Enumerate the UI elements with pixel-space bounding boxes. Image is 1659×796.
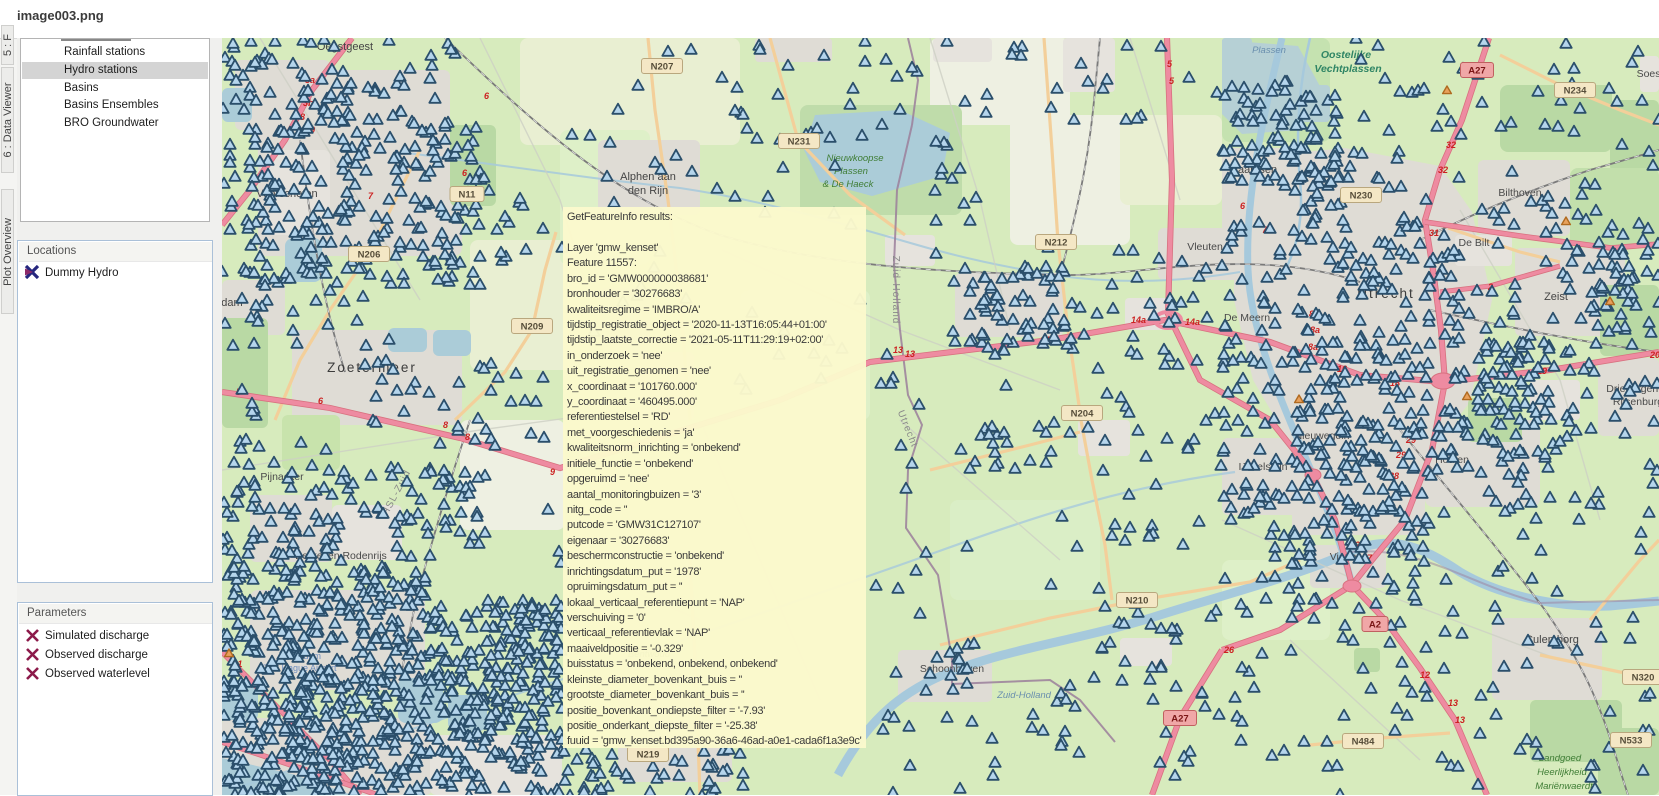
- svg-text:14a: 14a: [1131, 315, 1146, 325]
- svg-text:N204: N204: [1071, 409, 1094, 420]
- svg-text:8: 8: [443, 420, 448, 430]
- svg-text:N219: N219: [637, 750, 660, 761]
- svg-text:Vechtplassen: Vechtplassen: [1314, 63, 1381, 75]
- svg-text:20: 20: [1649, 350, 1659, 360]
- svg-text:N212: N212: [1045, 238, 1068, 249]
- svg-text:A27: A27: [1468, 66, 1485, 77]
- svg-text:N206: N206: [358, 250, 381, 261]
- svg-text:26: 26: [1223, 645, 1235, 655]
- svg-text:De Meern: De Meern: [1224, 312, 1270, 324]
- svg-text:N320: N320: [1632, 673, 1655, 684]
- svg-text:N533: N533: [1620, 736, 1643, 747]
- svg-text:N230: N230: [1350, 191, 1373, 202]
- svg-text:N207: N207: [651, 62, 674, 73]
- svg-text:Plassen: Plassen: [1252, 45, 1286, 56]
- svg-text:N234: N234: [1564, 86, 1587, 97]
- svg-text:13: 13: [1455, 715, 1465, 725]
- svg-text:Mariënwaerdt: Mariënwaerdt: [1535, 781, 1593, 792]
- svg-text:Vleuten: Vleuten: [1187, 241, 1223, 253]
- svg-text:Soest: Soest: [1637, 68, 1659, 80]
- svg-text:Zuid-Holland: Zuid-Holland: [890, 256, 901, 325]
- svg-text:den Rijn: den Rijn: [628, 185, 668, 197]
- svg-text:N11: N11: [459, 190, 477, 201]
- svg-text:A27: A27: [1171, 714, 1188, 725]
- svg-text:Bilthoven: Bilthoven: [1498, 187, 1541, 199]
- svg-text:N210: N210: [1126, 596, 1149, 607]
- svg-text:12: 12: [1420, 670, 1430, 680]
- svg-text:13: 13: [893, 345, 903, 355]
- svg-text:13: 13: [905, 349, 915, 359]
- svg-text:31: 31: [1429, 228, 1439, 238]
- svg-text:N209: N209: [521, 322, 544, 333]
- svg-text:Landgoed: Landgoed: [1539, 753, 1582, 764]
- svg-text:A2: A2: [1369, 620, 1381, 631]
- svg-text:& De Haeck: & De Haeck: [823, 179, 875, 190]
- svg-text:13: 13: [1448, 698, 1458, 708]
- svg-text:Zuid-Holland: Zuid-Holland: [996, 690, 1052, 701]
- svg-text:14a: 14a: [1185, 317, 1200, 327]
- svg-text:Heerlijkheid: Heerlijkheid: [1537, 767, 1587, 778]
- svg-text:32: 32: [1438, 165, 1448, 175]
- svg-text:8: 8: [465, 432, 470, 442]
- svg-text:9: 9: [550, 467, 555, 477]
- svg-text:32: 32: [1446, 140, 1456, 150]
- svg-text:N484: N484: [1352, 737, 1375, 748]
- svg-text:Alphen aan: Alphen aan: [620, 171, 676, 183]
- svg-text:De Bilt: De Bilt: [1459, 237, 1490, 249]
- svg-text:N231: N231: [788, 137, 811, 148]
